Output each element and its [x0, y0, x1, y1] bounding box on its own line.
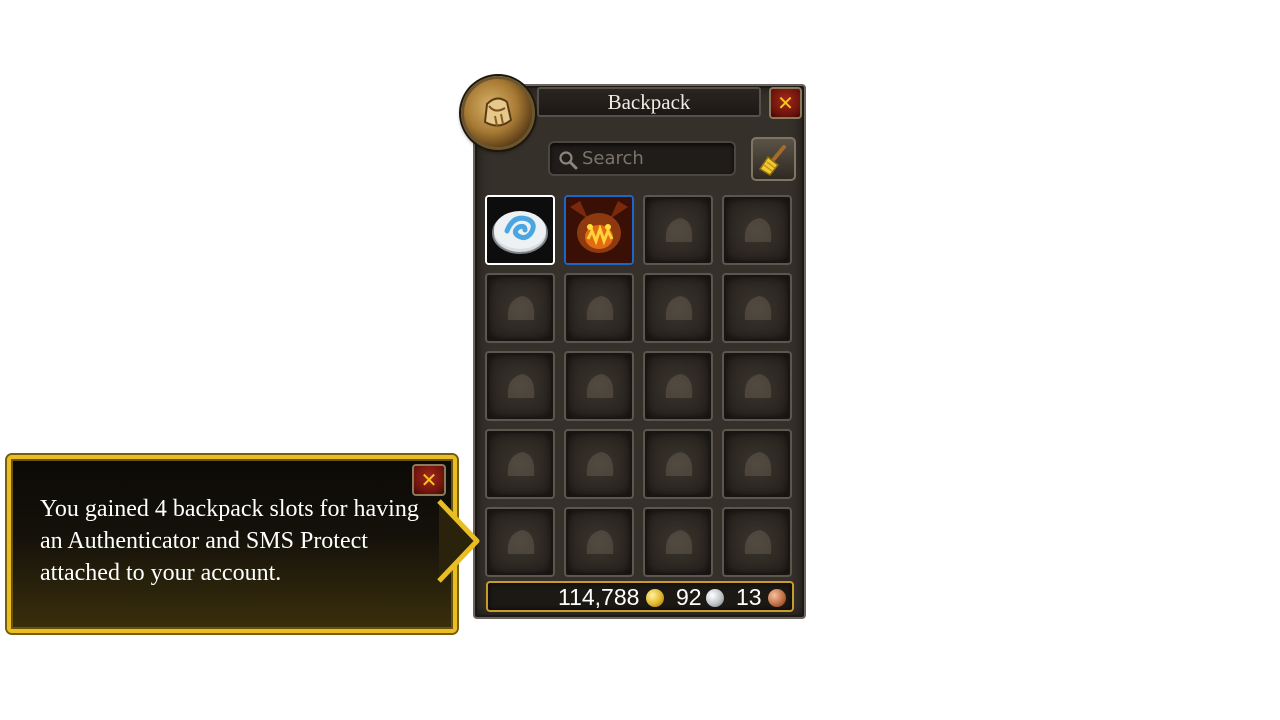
broom-icon — [758, 145, 786, 176]
bag-slot-empty[interactable] — [722, 351, 792, 421]
bag-slot-empty[interactable] — [722, 273, 792, 343]
bag-slot-grid — [485, 195, 792, 577]
copper-coin-icon — [768, 589, 786, 607]
empty-slot-icon — [744, 296, 772, 320]
gold-coin-icon — [646, 589, 664, 607]
empty-slot-icon — [744, 374, 772, 398]
empty-slot-icon — [586, 530, 614, 554]
search-icon — [559, 151, 578, 170]
window-title: Backpack — [537, 87, 761, 117]
bag-slot-empty[interactable] — [643, 429, 713, 499]
empty-slot-icon — [665, 374, 693, 398]
close-icon: ✕ — [777, 91, 794, 115]
silver-coin-icon — [706, 589, 724, 607]
cleanup-bags-button[interactable] — [751, 137, 796, 181]
bag-slot-empty[interactable] — [564, 507, 634, 577]
empty-slot-icon — [586, 374, 614, 398]
search-input[interactable] — [582, 146, 730, 171]
empty-slot-icon — [665, 296, 693, 320]
empty-slot-icon — [665, 452, 693, 476]
bag-slot-empty[interactable] — [564, 429, 634, 499]
bag-slot[interactable] — [564, 195, 634, 265]
tutorial-close-button[interactable]: ✕ — [412, 464, 446, 496]
silver-amount: 92 — [676, 584, 702, 610]
bag-slot-empty[interactable] — [643, 273, 713, 343]
empty-slot-icon — [507, 452, 535, 476]
pet-icon — [566, 197, 632, 263]
bag-slot-empty[interactable] — [564, 351, 634, 421]
empty-slot-icon — [744, 218, 772, 242]
bag-slot-empty[interactable] — [643, 195, 713, 265]
hearthstone-icon — [487, 197, 553, 263]
bag-slot-empty[interactable] — [643, 507, 713, 577]
empty-slot-icon — [744, 530, 772, 554]
search-box[interactable] — [548, 141, 736, 176]
bag-slot-empty[interactable] — [485, 429, 555, 499]
empty-slot-icon — [586, 296, 614, 320]
gold-amount: 114,788 — [558, 584, 640, 610]
tooltip-arrow-icon — [437, 499, 480, 583]
close-icon: ✕ — [420, 468, 438, 492]
empty-slot-icon — [665, 218, 693, 242]
bag-slot-empty[interactable] — [485, 507, 555, 577]
tutorial-message: You gained 4 backpack slots for having a… — [40, 496, 419, 586]
empty-slot-icon — [507, 296, 535, 320]
empty-slot-icon — [507, 374, 535, 398]
bag-slot-empty[interactable] — [643, 351, 713, 421]
empty-slot-icon — [586, 452, 614, 476]
bag-slot-empty[interactable] — [722, 195, 792, 265]
bag-slot[interactable] — [485, 195, 555, 265]
copper-amount: 13 — [736, 584, 762, 610]
backpack-portrait-icon — [461, 76, 535, 150]
bag-slot-empty[interactable] — [722, 429, 792, 499]
close-button[interactable]: ✕ — [769, 87, 802, 119]
empty-slot-icon — [665, 530, 693, 554]
money-bar: 114,788 92 13 — [486, 581, 794, 612]
bag-slot-empty[interactable] — [564, 273, 634, 343]
bag-slot-empty[interactable] — [485, 351, 555, 421]
empty-slot-icon — [507, 530, 535, 554]
empty-slot-icon — [744, 452, 772, 476]
bag-slot-empty[interactable] — [485, 273, 555, 343]
bag-icon — [483, 97, 513, 127]
bag-slot-empty[interactable] — [722, 507, 792, 577]
